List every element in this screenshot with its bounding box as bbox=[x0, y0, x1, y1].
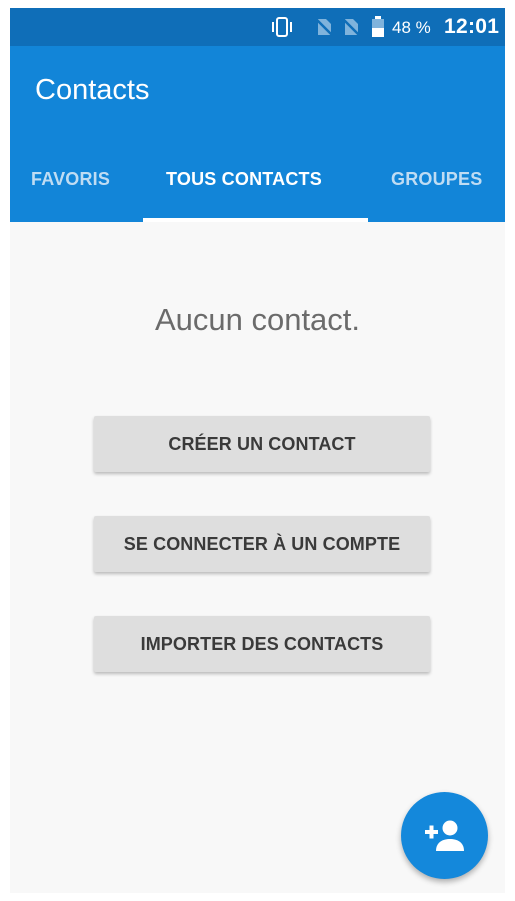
add-contact-fab[interactable] bbox=[401, 792, 488, 879]
sign-in-account-button[interactable]: SE CONNECTER À UN COMPTE bbox=[94, 516, 430, 572]
app-bar: Contacts FAVORIS TOUS CONTACTS GROUPES bbox=[10, 46, 505, 222]
add-person-icon bbox=[425, 820, 464, 851]
tab-favoris[interactable]: FAVORIS bbox=[31, 169, 110, 190]
import-contacts-button[interactable]: IMPORTER DES CONTACTS bbox=[94, 616, 430, 672]
no-sim-icon bbox=[341, 17, 361, 42]
app-title: Contacts bbox=[35, 74, 150, 106]
vibrate-icon bbox=[270, 17, 294, 42]
status-bar: 48 % 12:01 bbox=[10, 8, 505, 46]
battery-percent: 48 % bbox=[392, 18, 431, 37]
no-sim-icon bbox=[314, 17, 334, 42]
selected-tab-indicator bbox=[143, 218, 368, 222]
battery-icon bbox=[371, 16, 385, 43]
create-contact-button[interactable]: CRÉER UN CONTACT bbox=[94, 416, 430, 472]
clock: 12:01 bbox=[444, 15, 500, 38]
contacts-screen: 48 % 12:01 Contacts FAVORIS TOUS CONTACT… bbox=[10, 8, 505, 893]
empty-state-message: Aucun contact. bbox=[154, 302, 361, 337]
tab-tous-contacts[interactable]: TOUS CONTACTS bbox=[166, 169, 322, 190]
tab-groupes[interactable]: GROUPES bbox=[391, 169, 482, 190]
